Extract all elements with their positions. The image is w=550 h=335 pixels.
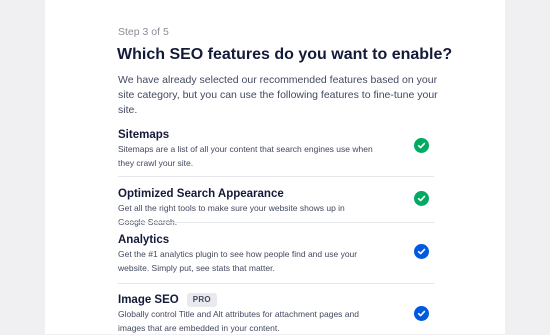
feature-name: Analytics [118, 234, 170, 246]
divider [118, 222, 434, 223]
step-indicator: Step 3 of 5 [118, 26, 169, 38]
feature-name-row: Image SEO PRO [118, 292, 433, 308]
sitemaps-check-toggle[interactable] [414, 138, 429, 153]
feature-image-seo: Image SEO PRO Globally control Title and… [118, 292, 433, 335]
setup-wizard-card: Step 3 of 5 Which SEO features do you wa… [45, 0, 505, 334]
search-appearance-check-toggle[interactable] [414, 191, 429, 206]
feature-name: Image SEO [118, 294, 179, 306]
feature-name: Optimized Search Appearance [118, 188, 284, 200]
image-seo-check-toggle[interactable] [414, 306, 429, 321]
feature-description: Get the #1 analytics plugin to see how p… [118, 249, 358, 273]
checkmark-icon [417, 248, 426, 255]
divider [118, 283, 434, 284]
analytics-check-toggle[interactable] [414, 244, 429, 259]
pro-badge: PRO [186, 293, 217, 307]
checkmark-icon [417, 195, 426, 202]
feature-description: Get all the right tools to make sure you… [118, 203, 345, 227]
checkmark-icon [417, 142, 426, 149]
feature-description: Sitemaps are a list of all your content … [118, 144, 373, 168]
feature-description: Globally control Title and Alt attribute… [118, 309, 359, 333]
page-description: We have already selected our recommended… [118, 74, 438, 116]
page-title: Which SEO features do you want to enable… [117, 46, 453, 63]
feature-analytics: Analytics Get the #1 analytics plugin to… [118, 232, 433, 275]
divider [118, 176, 434, 177]
feature-name: Sitemaps [118, 129, 170, 141]
checkmark-icon [417, 310, 426, 317]
feature-sitemaps: Sitemaps Sitemaps are a list of all your… [118, 127, 433, 170]
